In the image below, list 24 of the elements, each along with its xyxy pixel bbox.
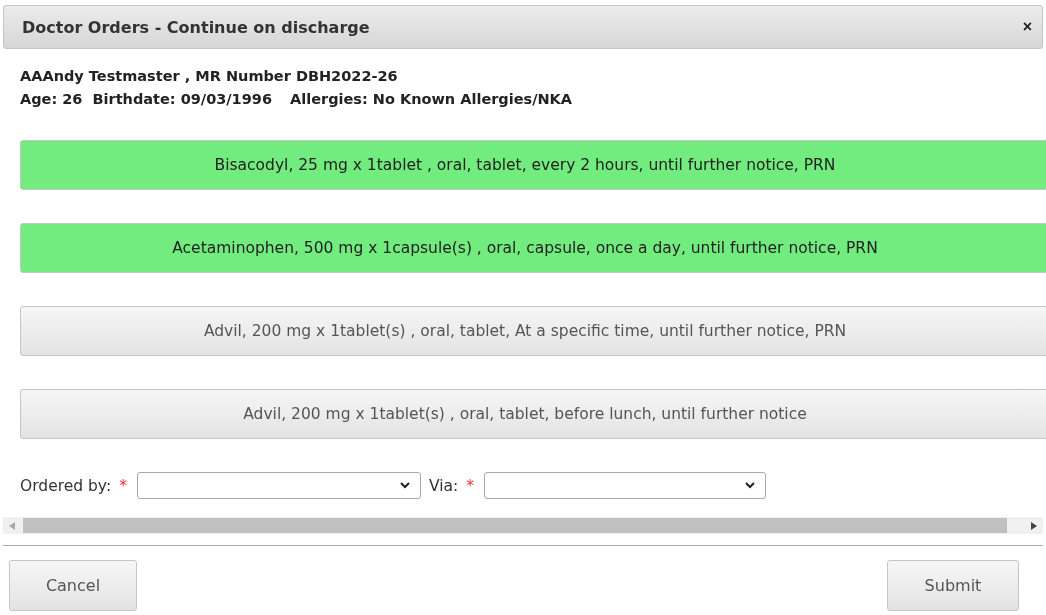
chevron-down-icon: [399, 482, 410, 489]
dropdown-field[interactable]: [136, 472, 421, 499]
order-button[interactable]: Bisacodyl, 25 mg x 1tablet , oral, tablet, every 2 hours, until further notice, PRN: [20, 140, 1046, 190]
horizontal-scrollbar[interactable]: [3, 517, 1043, 534]
patient-detail: Allergies: No Known Allergies/NKA: [290, 90, 573, 109]
patient-detail: Age: 26: [20, 90, 83, 109]
field-label: Via:: [428, 476, 459, 495]
scroll-right-icon[interactable]: [1031, 521, 1037, 530]
dialog-button[interactable]: Cancel: [9, 560, 137, 611]
required-mark: *: [119, 476, 127, 495]
chevron-down-icon: [744, 482, 755, 489]
dialog-button[interactable]: Submit: [887, 560, 1019, 611]
field-label: Ordered by:: [20, 476, 112, 495]
order-button[interactable]: Acetaminophen, 500 mg x 1capsule(s) , oral, capsule, once a day, until further notice, PRN: [20, 223, 1046, 273]
dropdown-field[interactable]: [483, 472, 766, 499]
window-title: Doctor Orders - Continue on discharge: [22, 17, 370, 37]
close-button[interactable]: ×: [1022, 18, 1032, 36]
scroll-left-icon[interactable]: [9, 521, 15, 530]
order-button[interactable]: Advil, 200 mg x 1tablet(s) , oral, tablet, At a specific time, until further notice, PRN: [20, 306, 1046, 356]
scrollbar-thumb[interactable]: [23, 518, 1007, 533]
patient-detail: Birthdate: 09/03/1996: [92, 90, 272, 109]
required-mark: *: [466, 476, 474, 495]
patient-name: AAAndy Testmaster , MR Number DBH2022-26: [20, 67, 399, 86]
order-button[interactable]: Advil, 200 mg x 1tablet(s) , oral, tablet, before lunch, until further notice: [20, 389, 1046, 439]
